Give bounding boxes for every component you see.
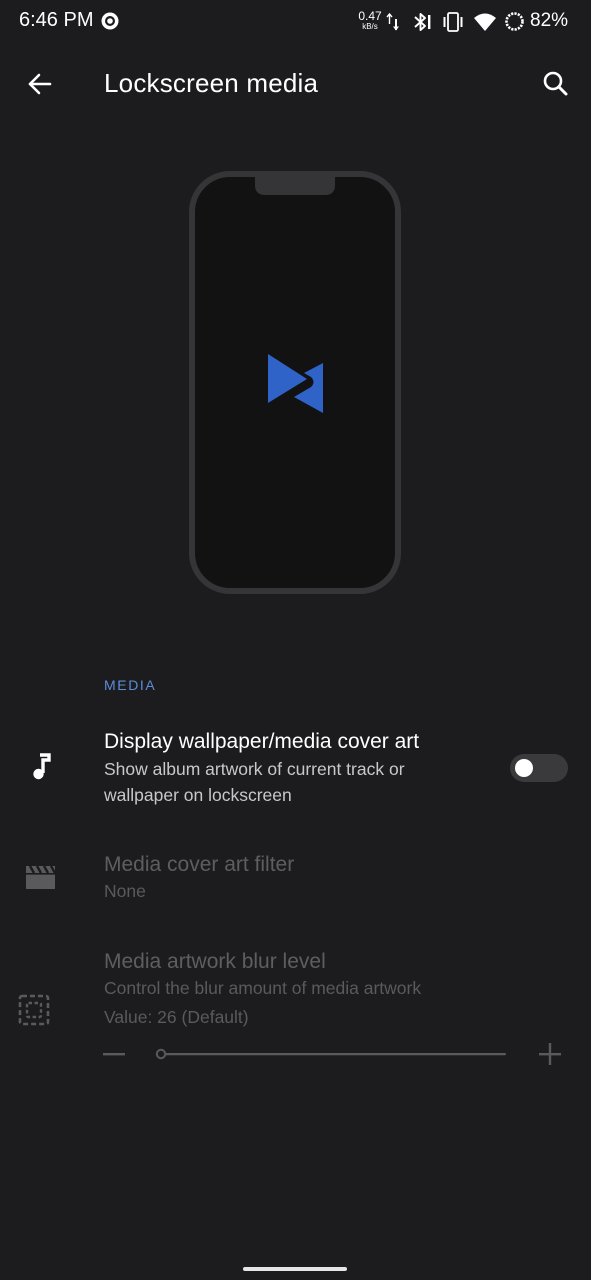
pref-title: Media cover art filter [104,853,295,876]
status-time: 6:46 PM [19,9,94,31]
pref-summary-line2: wallpaper on lockscreen [104,785,292,805]
data-arrows-icon [386,12,399,31]
plus-icon[interactable] [538,1042,562,1066]
slider-thumb [155,1048,167,1060]
status-bar: 6:46 PM 0.47 kB/s 82% [0,0,591,44]
net-speed-value: 0.47 [358,9,382,23]
screen: 6:46 PM 0.47 kB/s 82% Lockscreen media M… [0,0,591,1280]
pref-value-text: Value: 26 (Default) [104,1007,249,1027]
cover-art-toggle[interactable] [510,754,568,782]
arrow-back-icon[interactable] [20,64,60,104]
lockscreen-preview [189,171,401,594]
blur-select-icon [18,994,50,1026]
record-icon [101,12,119,30]
battery-percent: 82% [530,10,569,31]
bluetooth-icon [414,13,431,31]
net-speed: 0.47 kB/s [357,10,383,31]
movie-clapper-icon [26,865,56,889]
pref-summary: Control the blur amount of media artwork [104,978,422,998]
search-icon[interactable] [536,64,576,104]
gesture-nav-handle[interactable] [243,1267,347,1271]
pref-title: Display wallpaper/media cover art [104,730,420,753]
blur-slider-row [100,1040,570,1068]
toolbar: Lockscreen media [0,44,591,126]
page-title: Lockscreen media [104,68,319,98]
net-speed-unit: kB/s [362,22,378,31]
minus-icon[interactable] [102,1044,126,1064]
pref-summary: None [104,881,146,901]
battery-ring-icon [505,12,524,31]
section-header-media: MEDIA [104,677,157,693]
pref-summary-line1: Show album artwork of current track or [104,759,405,779]
pref-title: Media artwork blur level [104,950,326,973]
vibrate-icon [443,12,463,32]
wifi-icon [474,13,496,31]
blur-slider[interactable] [152,1044,510,1064]
music-note-icon [33,753,51,780]
toggle-thumb [515,759,533,777]
